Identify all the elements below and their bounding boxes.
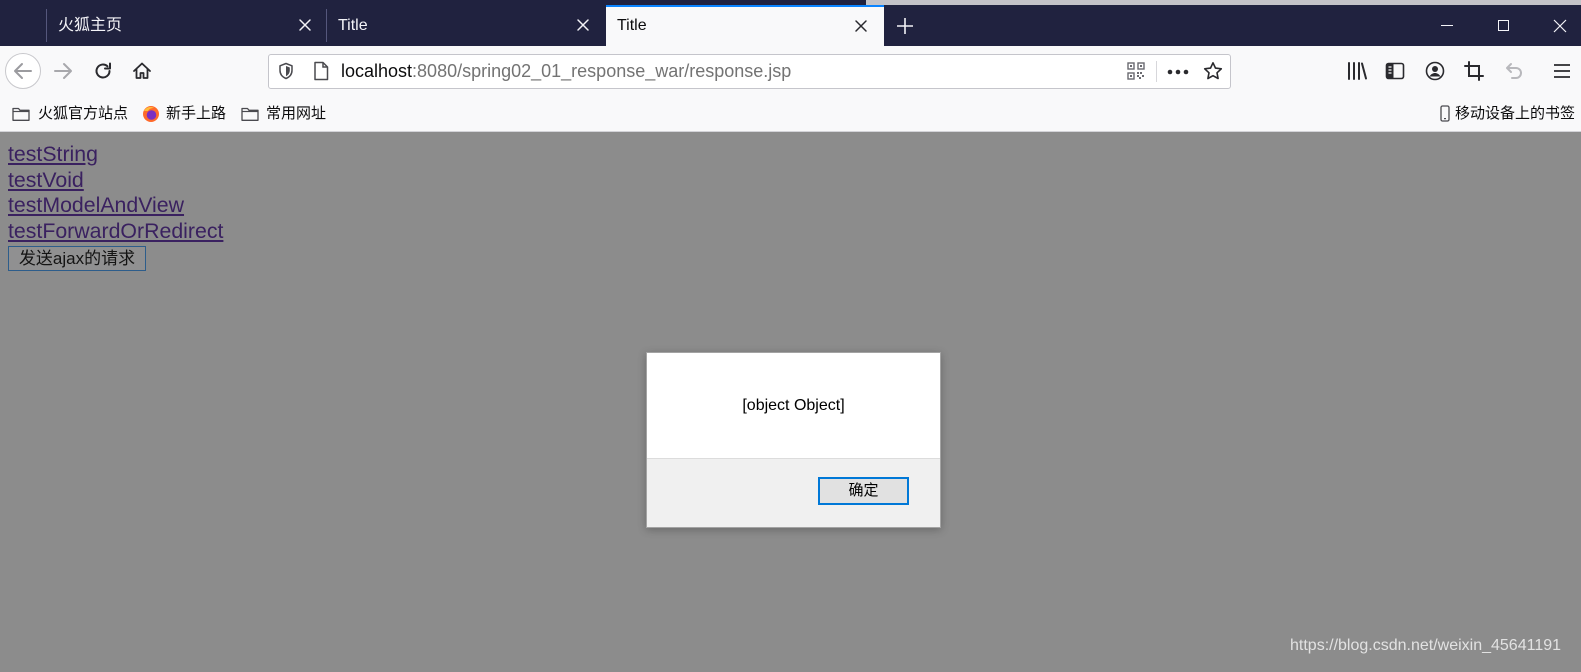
reload-button[interactable] [93,61,113,81]
alert-dialog: [object Object] 确定 [646,352,941,528]
bookmark-label: 新手上路 [166,105,227,122]
account-button[interactable] [1425,61,1445,81]
hamburger-menu-icon [1554,64,1570,78]
sidebar-icon [1385,62,1405,80]
account-icon [1425,61,1445,81]
reload-icon [95,62,111,79]
folder-icon [12,107,30,121]
menu-button[interactable] [1553,63,1571,79]
back-button[interactable] [5,53,41,89]
link-test-string[interactable]: testString [8,142,98,166]
link-row: testForwardOrRedirect [8,219,223,245]
background-window-strip [866,0,1581,5]
mobile-bookmarks[interactable]: 移动设备上的书签 [1437,99,1581,129]
qr-code-icon[interactable] [1127,62,1145,80]
back-arrow-icon [14,63,32,79]
minimize-icon[interactable] [1441,25,1453,26]
tab-firefox-home[interactable]: 火狐主页 [46,5,326,46]
watermark-url: https://blog.csdn.net/weixin_45641191 [1290,637,1562,654]
forward-button[interactable] [53,61,73,81]
tab-label: Title [617,17,647,34]
sidebar-button[interactable] [1385,62,1405,80]
tab-title-active[interactable]: Title [606,5,884,46]
forward-arrow-icon [54,63,72,79]
bookmark-getting-started[interactable]: 新手上路 [140,99,230,129]
bookmark-label: 常用网址 [266,105,327,122]
bookmark-label: 移动设备上的书签 [1455,105,1576,122]
plus-icon[interactable] [896,17,914,35]
link-row: testString [8,142,223,168]
page-icon[interactable] [313,61,329,81]
url-host: localhost [341,61,413,81]
close-icon[interactable] [854,19,868,33]
close-icon[interactable] [1553,19,1567,33]
send-ajax-button[interactable]: 发送ajax的请求 [8,246,146,271]
ok-button[interactable]: 确定 [818,477,909,505]
browser-window: 火狐主页 Title Title localhost:8080/spring02… [0,0,1581,672]
crop-icon [1464,61,1484,81]
home-button[interactable] [132,61,152,81]
link-row: testVoid [8,168,223,194]
more-dots-icon[interactable] [1167,69,1189,75]
link-test-model-and-view[interactable]: testModelAndView [8,193,184,217]
screenshot-button[interactable] [1464,61,1484,81]
close-icon[interactable] [576,18,590,32]
link-test-void[interactable]: testVoid [8,168,84,192]
tab-title[interactable]: Title [326,5,606,46]
library-icon [1348,62,1367,80]
library-button[interactable] [1346,61,1368,81]
url-text[interactable]: localhost:8080/spring02_01_response_war/… [341,55,791,88]
bookmark-folder-common-sites[interactable]: 常用网址 [239,99,329,129]
shield-icon[interactable] [277,62,295,80]
bookmarks-toolbar [0,97,1581,132]
alert-message: [object Object] [742,396,845,414]
bookmark-folder-firefox-official[interactable]: 火狐官方站点 [10,99,130,129]
link-test-forward-or-redirect[interactable]: testForwardOrRedirect [8,219,223,243]
url-bar[interactable]: localhost:8080/spring02_01_response_war/… [268,54,1231,89]
undo-icon [1506,63,1522,79]
undo-button[interactable] [1504,61,1524,81]
link-row: testModelAndView [8,193,223,219]
mobile-phone-icon [1440,105,1450,122]
link-list: testString testVoid testModelAndView tes… [8,142,223,245]
home-icon [133,62,151,79]
tab-label: 火狐主页 [58,17,123,34]
firefox-logo-icon [143,106,159,122]
star-icon[interactable] [1203,61,1223,81]
tab-label: Title [338,17,368,34]
folder-icon [241,107,259,121]
alert-footer: 确定 [647,458,940,527]
url-path: :8080/spring02_01_response_war/response.… [412,61,792,81]
bookmark-label: 火狐官方站点 [38,105,129,122]
url-bar-separator [1156,61,1157,82]
close-icon[interactable] [298,18,312,32]
maximize-icon[interactable] [1498,20,1509,31]
